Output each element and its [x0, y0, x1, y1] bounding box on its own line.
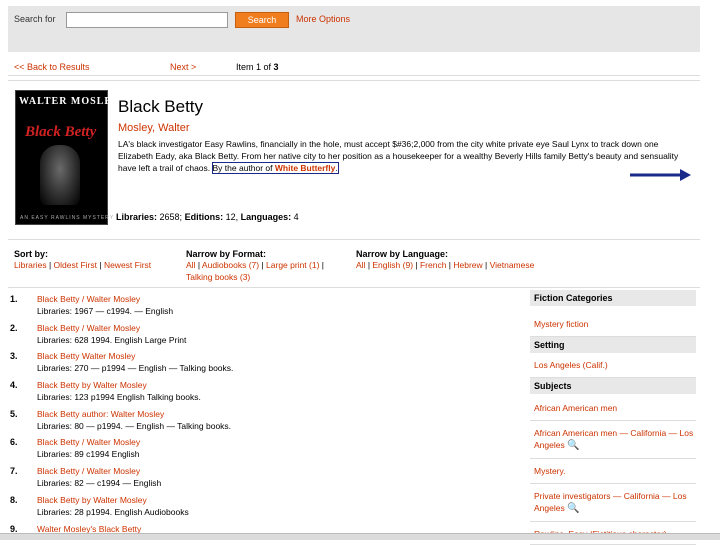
result-number: 5. — [10, 408, 18, 419]
result-number: 6. — [10, 437, 18, 448]
format-facet: Narrow by Format: All | Audiobooks (7) |… — [186, 249, 346, 283]
format-large-print[interactable]: Large print (1) — [266, 260, 319, 270]
result-title-link[interactable]: Black Betty / Walter Mosley — [37, 437, 140, 447]
search-label: Search for — [14, 14, 56, 24]
result-meta: Libraries: 28 p1994. English Audiobooks — [37, 506, 189, 517]
result-meta: Libraries: 1967 — c1994. — English — [37, 306, 174, 316]
format-audiobooks[interactable]: Audiobooks (7) — [202, 260, 259, 270]
result-meta: Libraries: 123 p1994 English Talking boo… — [37, 392, 201, 403]
book-stats: Libraries: 2658; Editions: 12, Languages… — [116, 212, 299, 222]
result-nav-bar — [8, 52, 700, 76]
list-item: 4. Black Betty by Walter Mosley Librarie… — [10, 380, 522, 409]
cover-title-text: Black Betty — [25, 124, 97, 140]
subject-text: African American men — California — Los … — [534, 428, 694, 450]
result-title-link[interactable]: Black Betty author: Walter Mosley — [37, 409, 164, 419]
libraries-value: 2658; — [159, 212, 183, 222]
item-counter: Item 1 of 3 — [236, 62, 279, 72]
results-list: 1. Black Betty / Walter Mosley Libraries… — [10, 294, 522, 538]
sidebar-item-mystery-fiction[interactable]: Mystery fiction — [530, 306, 696, 337]
result-number: 2. — [10, 322, 18, 333]
book-author-link[interactable]: Mosley, Walter — [118, 122, 190, 134]
setting-header: Setting — [530, 337, 696, 353]
result-meta: Libraries: 80 — p1994. — English — Talki… — [37, 420, 232, 431]
language-vietnamese[interactable]: Vietnamese — [490, 260, 535, 270]
list-item: 8. Black Betty by Walter Mosley Librarie… — [10, 495, 522, 524]
right-arrow-icon — [630, 169, 691, 181]
list-item: 1. Black Betty / Walter Mosley Libraries… — [10, 294, 522, 323]
more-options-link[interactable]: More Options — [296, 14, 350, 24]
magnifier-icon[interactable]: 🔍 — [567, 503, 579, 514]
white-butterfly-link[interactable]: White Butterfly — [275, 163, 335, 173]
libraries-label: Libraries: — [116, 212, 158, 222]
result-title-link[interactable]: Black Betty by Walter Mosley — [37, 495, 147, 505]
result-meta: Libraries: 628 1994. English Large Print — [37, 334, 187, 345]
language-hebrew[interactable]: Hebrew — [453, 260, 482, 270]
result-number: 4. — [10, 380, 18, 391]
magnifier-icon[interactable]: 🔍 — [567, 440, 579, 451]
result-number: 1. — [10, 294, 18, 304]
subjects-header: Subjects — [530, 378, 696, 394]
result-title-link[interactable]: Black Betty Walter Mosley — [37, 351, 135, 361]
cover-portrait — [40, 145, 80, 205]
result-number: 8. — [10, 494, 18, 505]
cover-author-text: WALTER MOSLEY — [19, 96, 121, 107]
editions-value: 12, — [225, 212, 239, 222]
language-title: Narrow by Language: — [356, 249, 449, 259]
sort-newest[interactable]: Newest First — [104, 260, 151, 270]
result-meta: Libraries: 82 — c1994 — English — [37, 478, 162, 489]
search-input[interactable] — [66, 12, 228, 28]
sidebar-item-subject[interactable]: African American men — [530, 394, 696, 421]
by-author-text: By the author of — [212, 163, 273, 173]
sidebar-item-subject[interactable]: Private investigators — California — Los… — [530, 484, 696, 522]
result-title-link[interactable]: Walter Mosley's Black Betty — [37, 524, 141, 534]
format-talking-books[interactable]: Talking books (3) — [186, 272, 250, 282]
subject-text: Private investigators — California — Los… — [534, 491, 687, 513]
editions-label: Editions: — [184, 212, 224, 222]
list-item: 2. Black Betty / Walter Mosley Libraries… — [10, 323, 522, 352]
language-french[interactable]: French — [420, 260, 446, 270]
result-number: 3. — [10, 351, 18, 362]
result-title-link[interactable]: Black Betty / Walter Mosley — [37, 323, 140, 333]
sidebar-item-subject[interactable]: African American men — California — Los … — [530, 421, 696, 459]
result-title-link[interactable]: Black Betty / Walter Mosley — [37, 294, 140, 304]
format-title: Narrow by Format: — [186, 249, 267, 259]
languages-value: 4 — [293, 212, 299, 222]
search-button[interactable]: Search — [235, 12, 289, 28]
by-author-highlight: By the author of White Butterfly. — [211, 162, 339, 174]
sidebar-item-subject[interactable]: Mystery. — [530, 459, 696, 484]
languages-label: Languages: — [240, 212, 292, 222]
language-facet: Narrow by Language: All | English (9) | … — [356, 249, 576, 271]
list-item: 5. Black Betty author: Walter Mosley Lib… — [10, 409, 522, 438]
list-item: 7. Black Betty / Walter Mosley Libraries… — [10, 466, 522, 495]
next-link[interactable]: Next > — [170, 62, 196, 72]
item-counter-prefix: Item 1 of — [236, 62, 274, 72]
cover-subtitle-text: AN EASY RAWLINS MYSTERY — [20, 215, 115, 221]
book-description: LA's black investigator Easy Rawlins, fi… — [118, 138, 688, 174]
sort-libraries[interactable]: Libraries — [14, 260, 47, 270]
sidebar-item-los-angeles[interactable]: Los Angeles (Calif.) — [530, 353, 696, 378]
list-item: 6. Black Betty / Walter Mosley Libraries… — [10, 437, 522, 466]
sort-oldest[interactable]: Oldest First — [54, 260, 97, 270]
list-item: 3. Black Betty Walter Mosley Libraries: … — [10, 351, 522, 380]
language-english[interactable]: English (9) — [372, 260, 413, 270]
result-title-link[interactable]: Black Betty / Walter Mosley — [37, 466, 140, 476]
book-title: Black Betty — [118, 97, 204, 116]
subject-sidebar: Fiction Categories Mystery fiction Setti… — [530, 290, 698, 545]
result-number: 9. — [10, 523, 18, 534]
item-counter-total: 3 — [273, 62, 279, 72]
result-number: 7. — [10, 466, 18, 477]
result-meta: Libraries: 89 c1994 English — [37, 449, 140, 460]
result-title-link[interactable]: Black Betty by Walter Mosley — [37, 380, 147, 390]
fiction-categories-header: Fiction Categories — [530, 290, 696, 306]
back-to-results-link[interactable]: << Back to Results — [14, 62, 90, 72]
sort-title: Sort by: — [14, 249, 49, 259]
sort-facet: Sort by: Libraries | Oldest First | Newe… — [14, 249, 152, 270]
result-meta: Libraries: 270 — p1994 — English — Talki… — [37, 363, 234, 374]
book-description-text: LA's black investigator Easy Rawlins, fi… — [118, 139, 679, 173]
status-bar — [0, 533, 720, 540]
